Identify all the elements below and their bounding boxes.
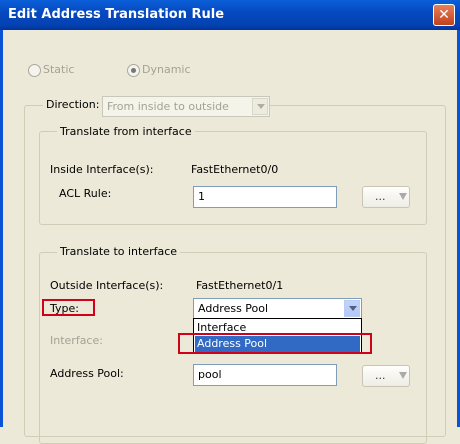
translate-from-group xyxy=(39,131,427,225)
chevron-down-icon xyxy=(252,98,268,115)
chevron-down-icon xyxy=(344,300,360,317)
outside-interface-value: FastEthernet0/1 xyxy=(196,279,284,292)
direction-select[interactable]: From inside to outside xyxy=(102,96,270,117)
type-select[interactable]: Address Pool xyxy=(193,298,362,319)
dropdown-arrow-icon xyxy=(399,193,407,200)
acl-rule-value: 1 xyxy=(198,190,205,203)
close-button[interactable]: ✕ xyxy=(433,4,455,26)
dropdown-arrow-icon xyxy=(399,372,407,379)
close-icon: ✕ xyxy=(438,7,450,23)
direction-value: From inside to outside xyxy=(107,100,229,113)
browse-label: ... xyxy=(375,190,386,203)
acl-rule-input[interactable]: 1 xyxy=(193,186,337,208)
acl-browse-button[interactable]: ... xyxy=(362,186,410,208)
inside-interface-label: Inside Interface(s): xyxy=(50,163,154,176)
direction-label: Direction: xyxy=(43,98,103,111)
window-title: Edit Address Translation Rule xyxy=(8,7,225,22)
pool-browse-button[interactable]: ... xyxy=(362,365,410,387)
static-radio[interactable] xyxy=(28,64,41,77)
address-pool-input[interactable]: pool xyxy=(193,364,337,386)
address-pool-label: Address Pool: xyxy=(50,367,124,380)
interface-label: Interface: xyxy=(50,334,103,347)
outside-interface-label: Outside Interface(s): xyxy=(50,279,164,292)
dynamic-radio[interactable] xyxy=(127,64,140,77)
translate-from-legend: Translate from interface xyxy=(57,125,195,138)
title-bar: Edit Address Translation Rule ✕ xyxy=(0,0,460,30)
static-label: Static xyxy=(43,63,75,76)
translate-to-legend: Translate to interface xyxy=(57,245,181,258)
type-value: Address Pool xyxy=(198,302,269,315)
type-label-highlight xyxy=(42,299,95,316)
acl-rule-label: ACL Rule: xyxy=(59,187,112,200)
address-pool-option-highlight xyxy=(178,333,372,354)
address-pool-value: pool xyxy=(198,368,222,381)
inside-interface-value: FastEthernet0/0 xyxy=(191,163,279,176)
dynamic-label: Dynamic xyxy=(142,63,191,76)
browse-label: ... xyxy=(375,369,386,382)
